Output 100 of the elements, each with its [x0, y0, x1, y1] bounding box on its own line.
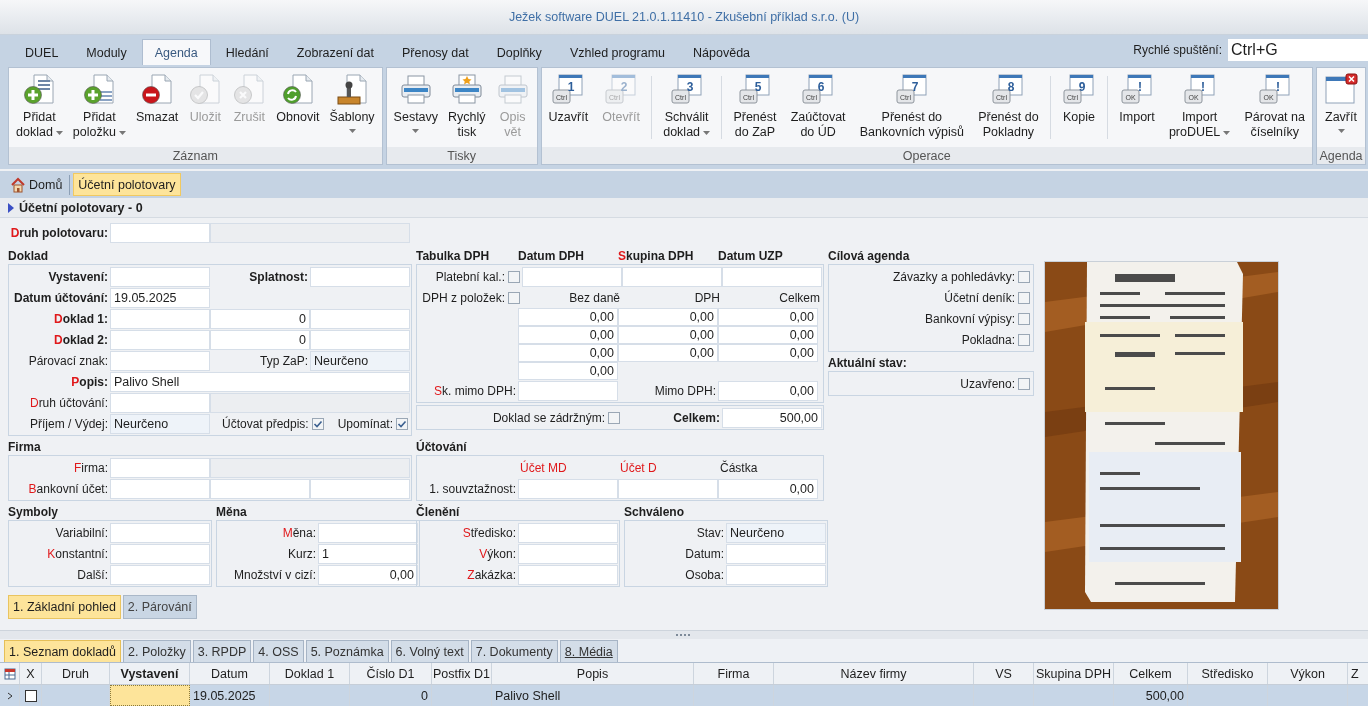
input-field[interactable]: [518, 543, 618, 564]
splitter-grip-icon[interactable]: [675, 633, 693, 637]
input-field[interactable]: [518, 380, 618, 401]
input-field[interactable]: 0,00: [618, 326, 718, 344]
checkbox[interactable]: [396, 417, 408, 430]
collapse-triangle-icon[interactable]: [8, 202, 14, 213]
input-field[interactable]: [110, 522, 210, 543]
tab[interactable]: 6. Volný text: [390, 640, 469, 662]
view-tab[interactable]: 2. Párování: [122, 595, 197, 619]
menu-tab[interactable]: DUEL: [12, 39, 72, 65]
column-header[interactable]: Název firmy: [774, 663, 974, 684]
input-field[interactable]: 0,00: [618, 308, 718, 326]
input-field[interactable]: 0,00: [318, 564, 418, 585]
column-header[interactable]: Výkon: [1268, 663, 1348, 684]
column-header[interactable]: Číslo D1: [350, 663, 432, 684]
input-field[interactable]: [110, 222, 210, 243]
dropdown-field[interactable]: Neurčeno: [726, 522, 826, 543]
input-field[interactable]: [518, 522, 618, 543]
column-header[interactable]: Z: [1348, 663, 1368, 684]
input-field[interactable]: [310, 308, 410, 329]
input-field[interactable]: [522, 266, 622, 287]
menu-tab[interactable]: Agenda: [141, 39, 211, 65]
input-field[interactable]: [722, 266, 822, 287]
checkbox[interactable]: [1018, 312, 1030, 325]
input-field[interactable]: 0,00: [718, 478, 818, 499]
column-header[interactable]: VS: [974, 663, 1034, 684]
checkbox[interactable]: [311, 417, 324, 430]
menu-tab[interactable]: Nápověda: [680, 39, 764, 65]
input-field[interactable]: [310, 478, 410, 499]
menu-tab[interactable]: Moduly: [73, 39, 140, 65]
column-header[interactable]: X: [20, 663, 42, 684]
input-field[interactable]: 0,00: [518, 326, 618, 344]
table-row[interactable]: 19.05.2025 0 Palivo Shell 500,00: [0, 685, 1368, 706]
menu-tab[interactable]: Vzhled programu: [556, 39, 679, 65]
column-header[interactable]: Skupina DPH: [1034, 663, 1114, 684]
tab[interactable]: 4. OSS: [253, 640, 304, 662]
input-field[interactable]: 0,00: [518, 344, 618, 362]
input-field[interactable]: [518, 478, 618, 499]
tab[interactable]: 1. Seznam dokladů: [4, 640, 121, 662]
ribbon-button[interactable]: Šablony: [324, 70, 380, 147]
column-header[interactable]: Doklad 1: [270, 663, 350, 684]
quick-launch-field[interactable]: Ctrl+G: [1228, 39, 1368, 61]
menu-tab[interactable]: Doplňky: [483, 39, 555, 65]
ribbon-button[interactable]: Přidat položku: [67, 70, 131, 147]
column-header[interactable]: Vystavení: [110, 663, 190, 684]
input-field[interactable]: 0,00: [518, 362, 618, 380]
input-field[interactable]: 500,00: [722, 407, 822, 428]
input-field[interactable]: [110, 478, 210, 499]
input-field[interactable]: [110, 329, 210, 350]
column-header[interactable]: Druh: [42, 663, 110, 684]
input-field[interactable]: [618, 478, 718, 499]
input-field[interactable]: [318, 522, 418, 543]
dropdown-field[interactable]: Neurčeno: [310, 350, 410, 371]
column-header[interactable]: Celkem: [1114, 663, 1188, 684]
tab[interactable]: 8. Média: [559, 640, 618, 662]
tab[interactable]: 7. Dokumenty: [470, 640, 558, 662]
column-header[interactable]: Datum: [190, 663, 270, 684]
input-field[interactable]: [210, 478, 310, 499]
checkbox[interactable]: [608, 411, 620, 424]
input-field[interactable]: 0,00: [618, 344, 718, 362]
checkbox[interactable]: [508, 270, 520, 283]
input-field[interactable]: [110, 457, 210, 478]
input-field[interactable]: 0,00: [518, 308, 618, 326]
input-field[interactable]: 19.05.2025: [110, 287, 210, 308]
column-header[interactable]: Popis: [492, 663, 694, 684]
ribbon-button[interactable]: Sestavy: [388, 70, 444, 147]
input-field[interactable]: [110, 266, 210, 287]
input-field[interactable]: [110, 543, 210, 564]
menu-tab[interactable]: Přenosy dat: [389, 39, 482, 65]
column-header[interactable]: Firma: [694, 663, 774, 684]
tab[interactable]: 2. Položky: [123, 640, 191, 662]
ribbon-button[interactable]: Rychlý tisk: [443, 70, 491, 147]
input-field[interactable]: 0,00: [718, 344, 818, 362]
checkbox[interactable]: [1018, 333, 1030, 346]
checkbox[interactable]: [508, 291, 520, 304]
input-field[interactable]: 1: [318, 543, 418, 564]
checkbox[interactable]: [1018, 291, 1030, 304]
column-header[interactable]: Středisko: [1188, 663, 1268, 684]
checkbox[interactable]: [24, 689, 37, 702]
input-field[interactable]: 0,00: [718, 308, 818, 326]
input-field[interactable]: [110, 392, 210, 413]
input-field[interactable]: [310, 266, 410, 287]
dropdown-field[interactable]: Neurčeno: [110, 413, 210, 434]
breadcrumb-tab[interactable]: Domů: [6, 173, 67, 196]
input-field[interactable]: 0,00: [718, 326, 818, 344]
table-settings-icon[interactable]: [3, 667, 16, 680]
ribbon-button[interactable]: Smazat: [130, 70, 184, 147]
ribbon-button[interactable]: Zavřít: [1319, 70, 1363, 147]
tab[interactable]: 3. RPDP: [192, 640, 252, 662]
input-field[interactable]: [310, 329, 410, 350]
view-tab[interactable]: 1. Základní pohled: [8, 595, 121, 619]
input-field[interactable]: [518, 564, 618, 585]
breadcrumb-tab[interactable]: Účetní polotovary: [73, 173, 181, 196]
menu-tab[interactable]: Hledání: [212, 39, 282, 65]
input-field[interactable]: [110, 308, 210, 329]
input-field[interactable]: 0: [210, 329, 310, 350]
input-field[interactable]: [110, 564, 210, 585]
ribbon-button[interactable]: Přidat doklad: [11, 70, 68, 147]
input-field[interactable]: 0,00: [718, 380, 818, 401]
input-field[interactable]: 0: [210, 308, 310, 329]
